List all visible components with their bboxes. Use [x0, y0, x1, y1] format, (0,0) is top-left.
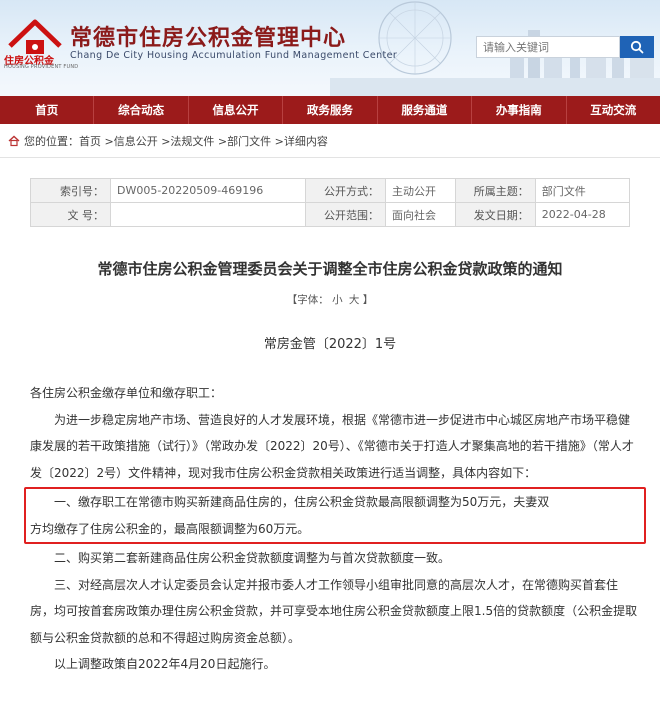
paragraph-2: 二、购买第二套新建商品住房公积金贷款额度调整为与首次贷款额度一致。	[54, 551, 451, 565]
nav-item-news[interactable]: 综合动态	[94, 96, 189, 124]
paragraph-1-line-1: 一、缴存职工在常德市购买新建商品住房的，住房公积金贷款最高限额调整为50万元，夫…	[54, 495, 550, 509]
nav-item-guide[interactable]: 办事指南	[472, 96, 567, 124]
search-input[interactable]	[476, 36, 620, 58]
salutation: 各住房公积金缴存单位和缴存职工：	[30, 386, 223, 400]
search-icon	[630, 40, 644, 54]
highlighted-paragraph: 一、缴存职工在常德市购买新建商品住房的，住房公积金贷款最高限额调整为50万元，夫…	[24, 487, 646, 544]
paragraph-effective-date: 以上调整政策自2022年4月20日起施行。	[54, 657, 276, 671]
page: 住房公积金 HOUSING PROVIDENT FUND 常德市住房公积金管理中…	[0, 0, 660, 725]
breadcrumb-path[interactable]: 首页 >信息公开 >法规文件 >部门文件 >详细内容	[79, 133, 328, 149]
paragraph-3: 三、对经高层次人才认定委员会认定并报市委人才工作领导小组审批同意的高层次人才，在…	[30, 577, 638, 645]
table-row: 索引号： DW005-20220509-469196 公开方式： 主动公开 所属…	[30, 178, 631, 203]
doc-no-label: 文 号：	[30, 202, 111, 227]
category-label: 所属主题：	[454, 178, 536, 203]
open-mode-value: 主动公开	[385, 178, 456, 203]
document-number: 常房金管〔2022〕1号	[263, 337, 397, 352]
open-mode-label: 公开方式：	[305, 178, 386, 203]
nav-item-interaction[interactable]: 互动交流	[567, 96, 660, 124]
logo-subtext: HOUSING PROVIDENT FUND	[4, 64, 79, 70]
nav-item-home[interactable]: 首页	[0, 96, 95, 124]
site-header: 住房公积金 HOUSING PROVIDENT FUND 常德市住房公积金管理中…	[0, 0, 660, 96]
scope-value: 面向社会	[385, 202, 456, 227]
site-subtitle: Chang De City Housing Accumulation Fund …	[70, 50, 398, 61]
font-size-label: 【字体：	[286, 294, 329, 306]
home-icon	[8, 135, 20, 147]
font-size-control: 【字体： 小 大 】	[0, 292, 660, 307]
font-size-end: 】	[362, 294, 374, 306]
font-small-button[interactable]: 小	[332, 292, 343, 307]
date-value: 2022-04-28	[534, 202, 631, 227]
index-label: 索引号：	[30, 178, 111, 203]
paragraph-intro: 为进一步稳定房地产市场、营造良好的人才发展环境，根据《常德市进一步促进市中心城区…	[30, 412, 634, 480]
breadcrumb-prefix: 您的位置：	[24, 134, 79, 148]
breadcrumb: 您的位置： 首页 >信息公开 >法规文件 >部门文件 >详细内容	[0, 124, 660, 158]
document-meta-table: 索引号： DW005-20220509-469196 公开方式： 主动公开 所属…	[30, 178, 631, 227]
scope-label: 公开范围：	[305, 202, 386, 227]
category-value: 部门文件	[534, 178, 631, 203]
index-value: DW005-20220509-469196	[110, 178, 306, 203]
paragraph-1-line-2: 方均缴存了住房公积金的，最高限额调整为60万元。	[30, 521, 310, 536]
table-row: 文 号： 公开范围： 面向社会 发文日期： 2022-04-28	[30, 202, 631, 227]
date-label: 发文日期：	[454, 202, 536, 227]
nav-item-info-disclosure[interactable]: 信息公开	[189, 96, 284, 124]
article-title: 常德市住房公积金管理委员会关于调整全市住房公积金贷款政策的通知	[97, 260, 563, 278]
search-button[interactable]	[620, 36, 654, 58]
nav-item-government-service[interactable]: 政务服务	[283, 96, 378, 124]
site-title: 常德市住房公积金管理中心	[70, 26, 347, 51]
doc-no-value	[110, 202, 306, 227]
font-big-button[interactable]: 大	[349, 292, 360, 307]
nav-item-service-channel[interactable]: 服务通道	[378, 96, 473, 124]
article-content: 各住房公积金缴存单位和缴存职工： 为进一步稳定房地产市场、营造良好的人才发展环境…	[24, 380, 646, 678]
main-nav: 首页 综合动态 信息公开 政务服务 服务通道 办事指南 互动交流	[0, 96, 660, 124]
